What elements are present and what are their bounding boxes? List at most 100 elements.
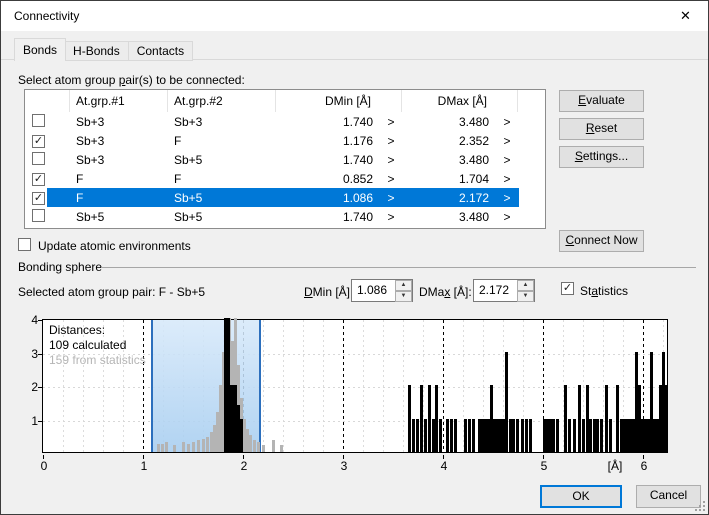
settings-button[interactable]: Settings... <box>559 146 644 168</box>
dmin-expand-icon[interactable]: > <box>380 153 402 167</box>
update-environments-checkbox[interactable] <box>18 238 31 251</box>
header-dmax: DMax [Å] <box>402 90 518 112</box>
statistics-bar <box>257 442 260 452</box>
grid-minor-vline <box>303 320 304 452</box>
header-grp1: At.grp.#1 <box>70 90 168 112</box>
calculated-bar <box>616 385 619 452</box>
dmax-expand-icon[interactable]: > <box>496 210 518 224</box>
calculated-bar <box>609 419 612 453</box>
dmax-input[interactable]: 2.172 <box>474 280 517 301</box>
ok-button[interactable]: OK <box>540 485 622 508</box>
close-icon[interactable]: ✕ <box>663 1 708 31</box>
dmax-expand-icon[interactable]: > <box>496 134 518 148</box>
x-axis-tick-label: 4 <box>433 459 455 473</box>
reset-button[interactable]: Reset <box>559 118 644 140</box>
bonding-sphere-divider <box>101 267 696 268</box>
row-checkbox[interactable] <box>32 114 45 127</box>
table-row[interactable]: Sb+3Sb+51.740>3.480> <box>25 150 545 169</box>
dmin-expand-icon[interactable]: > <box>380 172 402 186</box>
dmax-expand-icon[interactable]: > <box>496 115 518 129</box>
row-dmin: 1.176 <box>276 134 380 148</box>
cancel-button[interactable]: Cancel <box>636 485 701 508</box>
table-row[interactable]: ✓FF0.852>1.704> <box>25 169 545 188</box>
row-checkbox[interactable]: ✓ <box>32 192 45 205</box>
dmin-spin-up-icon[interactable]: ▲ <box>395 280 412 291</box>
statistics-bar <box>161 444 164 452</box>
calculated-bar <box>450 419 453 453</box>
y-axis-tick <box>38 387 42 388</box>
dmin-expand-icon[interactable]: > <box>380 134 402 148</box>
row-checkbox[interactable] <box>32 152 45 165</box>
row-grp2: Sb+5 <box>168 153 276 167</box>
distance-histogram: Distances: 109 calculated 159 from stati… <box>42 319 668 453</box>
row-checkbox-cell: ✓ <box>25 171 70 186</box>
grid-major-vline <box>443 320 444 452</box>
tab-bonds[interactable]: Bonds <box>14 38 66 61</box>
tab-contacts[interactable]: Contacts <box>129 41 193 61</box>
row-grp2: F <box>168 172 276 186</box>
calculated-bar <box>446 419 449 453</box>
table-row[interactable]: Sb+3Sb+31.740>3.480> <box>25 112 545 131</box>
statistics-label: Statistics <box>580 284 628 298</box>
calculated-bar <box>454 419 457 453</box>
connect-now-button[interactable]: Connect Now <box>559 230 644 252</box>
x-axis-tick-label: 3 <box>333 459 355 473</box>
dmax-label: DMax [Å]: <box>419 285 472 299</box>
dmin-input[interactable]: 1.086 <box>352 280 395 301</box>
calculated-bar <box>464 419 467 453</box>
chart-annotation: Distances: 109 calculated 159 from stati… <box>49 323 146 368</box>
dmax-expand-icon[interactable]: > <box>496 172 518 186</box>
row-checkbox[interactable] <box>32 209 45 222</box>
dmin-expand-icon[interactable]: > <box>380 115 402 129</box>
dmin-spin-buttons: ▲ ▼ <box>395 280 412 301</box>
calculated-bar <box>582 419 585 453</box>
resize-grip[interactable] <box>695 501 705 511</box>
table-row[interactable]: ✓Sb+3F1.176>2.352> <box>25 131 545 150</box>
calculated-bar <box>420 385 423 452</box>
row-checkbox-cell <box>25 152 70 168</box>
table-row[interactable]: Sb+5Sb+51.740>3.480> <box>25 207 545 226</box>
row-grp1: F <box>70 191 168 205</box>
dmax-expand-icon[interactable]: > <box>496 191 518 205</box>
statistics-bar <box>157 444 160 452</box>
statistics-bar <box>182 442 185 452</box>
calculated-bar <box>568 419 571 453</box>
row-checkbox[interactable]: ✓ <box>32 173 45 186</box>
dmin-expand-icon[interactable]: > <box>380 191 402 205</box>
statistics-bar <box>173 445 176 452</box>
grid-minor-vline <box>383 320 384 452</box>
update-environments-label: Update atomic environments <box>38 239 191 253</box>
statistics-bar <box>202 439 205 452</box>
evaluate-button[interactable]: Evaluate <box>559 90 644 112</box>
statistics-bar <box>192 442 195 452</box>
row-dmax: 3.480 <box>402 153 496 167</box>
calculated-bar <box>516 419 519 453</box>
y-axis-tick-label: 3 <box>24 347 38 361</box>
calculated-bar <box>605 385 608 452</box>
statistics-bar <box>262 445 265 452</box>
statistics-checkbox[interactable]: ✓ <box>561 282 574 295</box>
dmax-spin-up-icon[interactable]: ▲ <box>517 280 534 291</box>
row-grp1: Sb+3 <box>70 153 168 167</box>
x-axis-tick-label: 5 <box>533 459 555 473</box>
calculated-bar <box>578 385 581 452</box>
x-axis-tick-label: 2 <box>233 459 255 473</box>
annotation-line2: 109 calculated <box>49 338 146 353</box>
table-row[interactable]: ✓FSb+51.086>2.172> <box>25 188 545 207</box>
grid-minor-vline <box>263 320 264 452</box>
calculated-bar <box>424 419 427 453</box>
dmin-spin-down-icon[interactable]: ▼ <box>395 291 412 302</box>
row-checkbox[interactable]: ✓ <box>32 135 45 148</box>
row-grp2: Sb+5 <box>168 191 276 205</box>
calculated-bar <box>468 419 471 453</box>
calculated-bar <box>512 419 515 453</box>
dmin-expand-icon[interactable]: > <box>380 210 402 224</box>
y-axis-tick-label: 2 <box>24 380 38 394</box>
dmax-spin-down-icon[interactable]: ▼ <box>517 291 534 302</box>
tab-h-bonds[interactable]: H-Bonds <box>65 41 129 61</box>
dmax-expand-icon[interactable]: > <box>496 153 518 167</box>
calculated-bar <box>596 419 599 453</box>
row-dmax: 3.480 <box>402 115 496 129</box>
table-header: At.grp.#1 At.grp.#2 DMin [Å] DMax [Å] <box>25 90 545 112</box>
row-checkbox-cell: ✓ <box>25 190 70 205</box>
